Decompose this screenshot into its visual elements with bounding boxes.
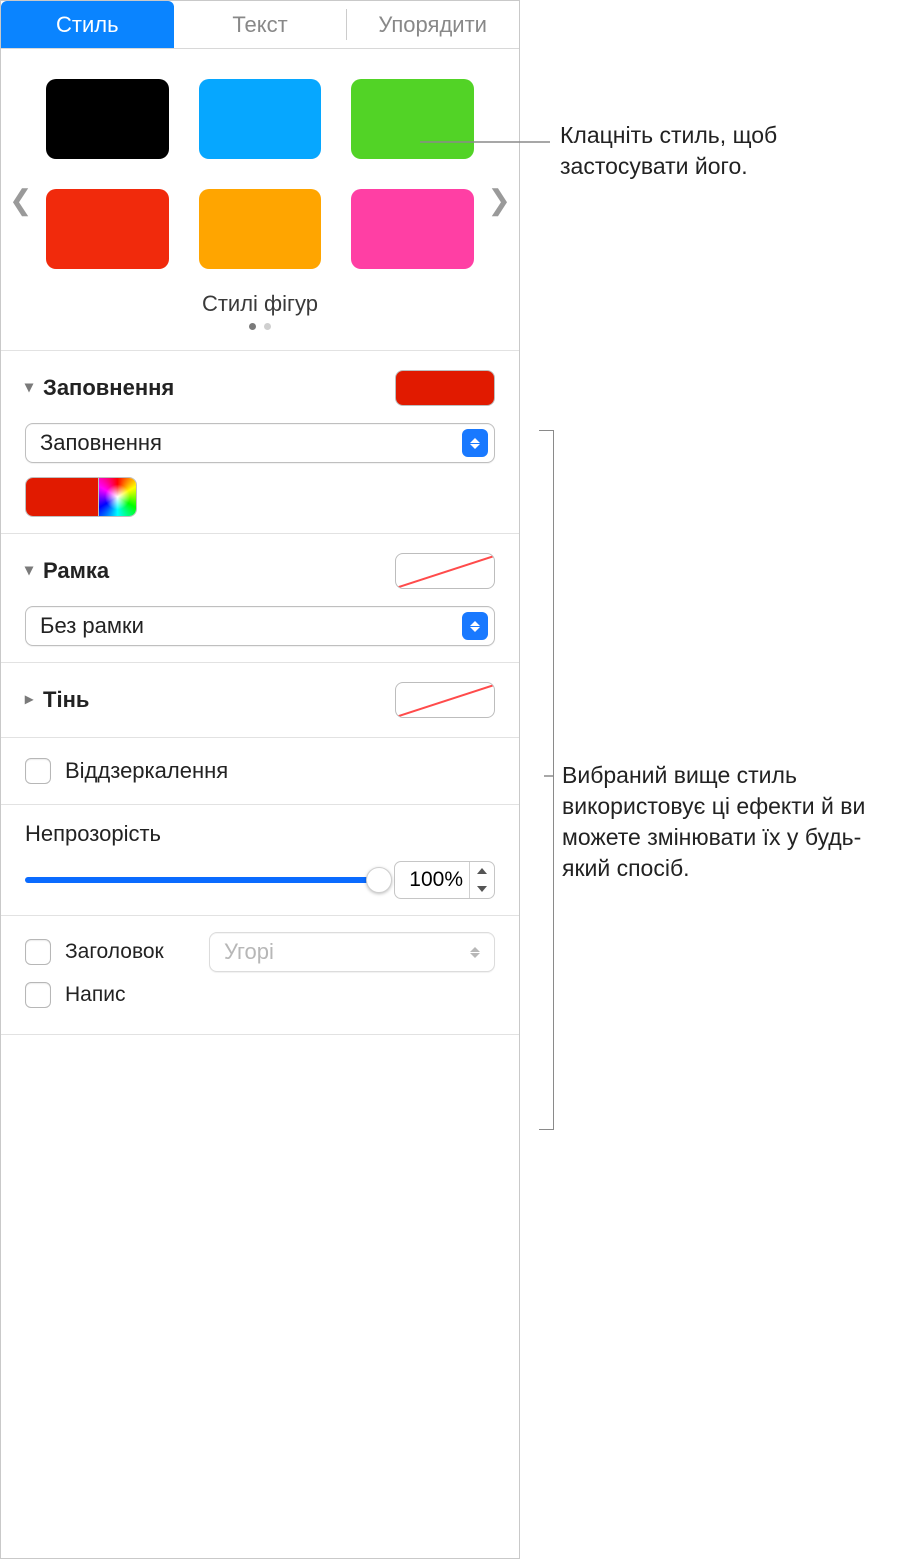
border-disclosure[interactable]: ▾ Рамка (25, 558, 109, 584)
fill-color-control (25, 477, 137, 517)
swatch-grid (46, 79, 474, 269)
tab-arrange[interactable]: Упорядити (346, 1, 519, 48)
opacity-slider-thumb[interactable] (366, 867, 392, 893)
shadow-none-well[interactable] (395, 682, 495, 718)
tab-style-label: Стиль (56, 12, 119, 38)
style-swatch-2[interactable] (199, 79, 322, 159)
callout-side: Вибраний вище стиль використовує ці ефек… (562, 760, 902, 884)
swatch-next-button[interactable]: ❯ (488, 183, 511, 216)
swatch-title: Стилі фігур (21, 291, 499, 317)
fill-section: ▾ Заповнення Заповнення (1, 350, 519, 533)
style-swatch-3[interactable] (351, 79, 474, 159)
border-type-select[interactable]: Без рамки (25, 606, 495, 646)
callout-side-text: Вибраний вище стиль використовує ці ефек… (562, 762, 865, 881)
swatch-page-dots (21, 323, 499, 330)
opacity-stepper (394, 861, 495, 899)
opacity-label: Непрозорість (25, 821, 495, 847)
border-header-label: Рамка (43, 558, 109, 584)
reflection-section: Віддзеркалення (1, 737, 519, 804)
fill-color-swatch[interactable] (26, 478, 98, 516)
caption-checkbox[interactable] (25, 982, 51, 1008)
caption-label: Напис (65, 983, 125, 1007)
opacity-input[interactable] (395, 868, 469, 892)
chevron-right-icon: ▸ (25, 689, 33, 709)
tab-arrange-label: Упорядити (378, 12, 487, 38)
chevron-down-icon: ▾ (25, 560, 33, 580)
updown-icon (462, 612, 488, 640)
swatch-prev-button[interactable]: ❮ (9, 183, 32, 216)
fill-type-select[interactable]: Заповнення (25, 423, 495, 463)
shadow-header-label: Тінь (43, 687, 89, 713)
opacity-step-up[interactable] (470, 862, 494, 880)
fill-type-select-label: Заповнення (40, 430, 162, 456)
callout-bracket (530, 430, 554, 1130)
opacity-step-down[interactable] (470, 880, 494, 898)
title-position-select[interactable]: Угорі (209, 932, 495, 972)
swatch-page-dot-2[interactable] (264, 323, 271, 330)
color-picker-icon[interactable] (98, 478, 136, 516)
tab-text[interactable]: Текст (174, 1, 347, 48)
chevron-down-icon: ▾ (25, 377, 33, 397)
updown-icon (462, 429, 488, 457)
inspector-panel: Стиль Текст Упорядити ❮ ❯ Стилі фігур (0, 0, 520, 1559)
shadow-disclosure[interactable]: ▸ Тінь (25, 687, 89, 713)
style-swatch-1[interactable] (46, 79, 169, 159)
callout-top-text: Клацніть стиль, щоб застосувати його. (560, 122, 777, 179)
callout-top: Клацніть стиль, щоб застосувати його. (560, 120, 900, 182)
title-caption-section: Заголовок Угорі Напис (1, 915, 519, 1035)
opacity-slider[interactable] (25, 877, 380, 883)
style-swatch-5[interactable] (199, 189, 322, 269)
style-swatches-area: ❮ ❯ Стилі фігур (1, 49, 519, 350)
title-position-label: Угорі (224, 939, 274, 965)
border-section: ▾ Рамка Без рамки (1, 533, 519, 662)
reflection-checkbox[interactable] (25, 758, 51, 784)
fill-disclosure[interactable]: ▾ Заповнення (25, 375, 174, 401)
border-none-well[interactable] (395, 553, 495, 589)
style-swatch-4[interactable] (46, 189, 169, 269)
tab-style[interactable]: Стиль (1, 1, 174, 48)
title-checkbox[interactable] (25, 939, 51, 965)
fill-color-well[interactable] (395, 370, 495, 406)
style-swatch-6[interactable] (351, 189, 474, 269)
reflection-label: Віддзеркалення (65, 758, 228, 784)
tab-bar: Стиль Текст Упорядити (1, 1, 519, 49)
shadow-section: ▸ Тінь (1, 662, 519, 737)
tab-text-label: Текст (232, 12, 287, 38)
title-label: Заголовок (65, 940, 195, 964)
fill-header-label: Заповнення (43, 375, 174, 401)
swatch-page-dot-1[interactable] (249, 323, 256, 330)
border-type-select-label: Без рамки (40, 613, 144, 639)
opacity-section: Непрозорість (1, 804, 519, 915)
updown-icon (462, 938, 488, 966)
